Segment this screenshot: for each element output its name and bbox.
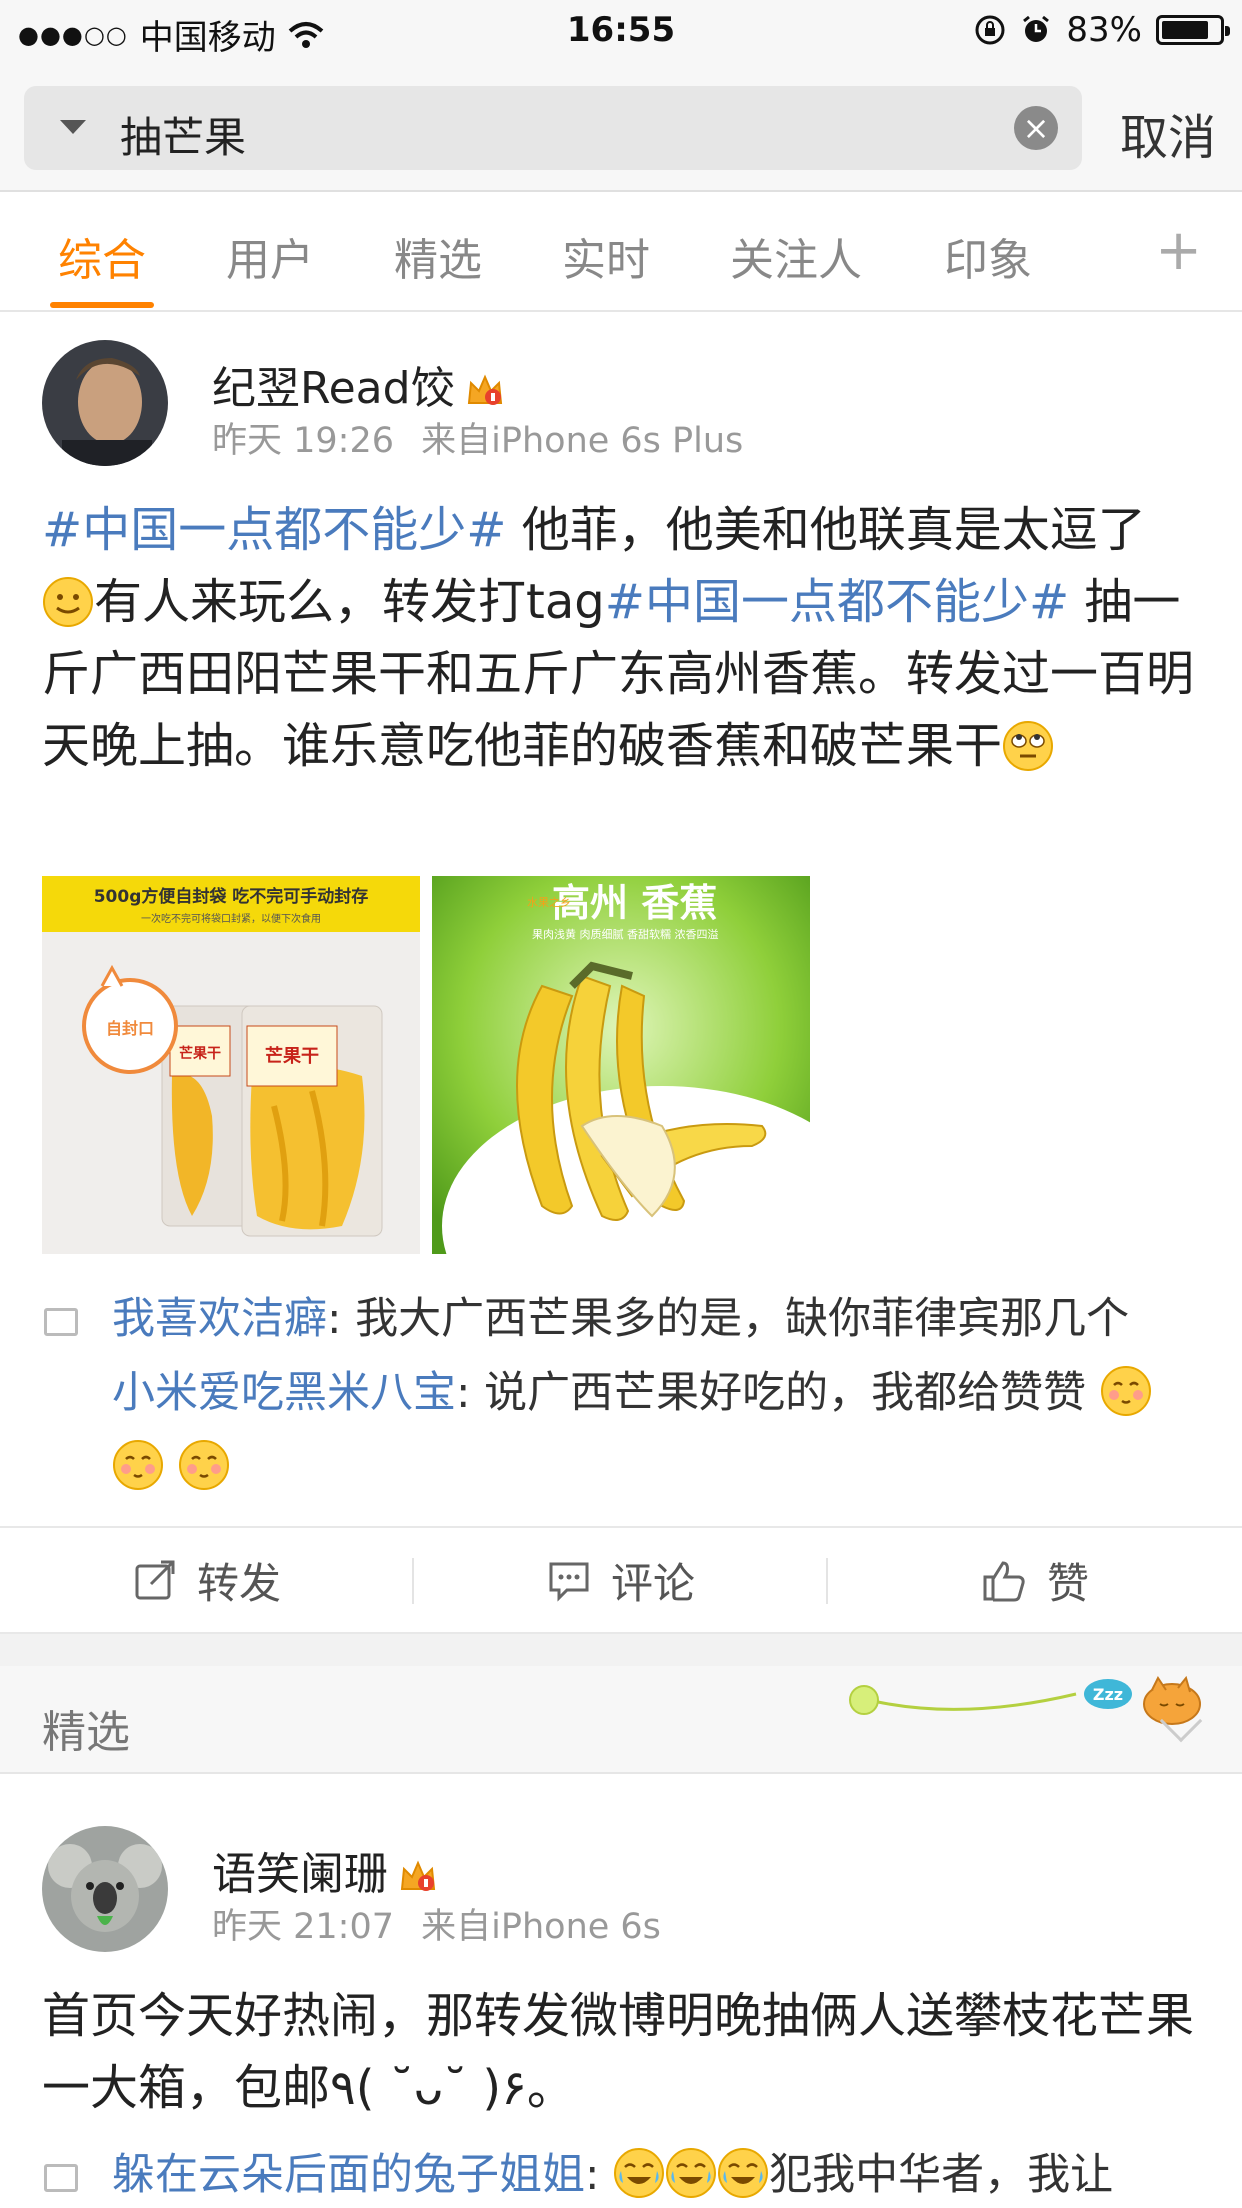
post-text-segment: 有人来玩么，转发打tag: [94, 574, 605, 630]
dropdown-caret-icon[interactable]: [60, 120, 86, 134]
mango-pack-label-1: 芒果干: [179, 1045, 221, 1062]
battery-fill: [1162, 21, 1209, 39]
hashtag-link[interactable]: #中国一点都不能少#: [42, 502, 506, 558]
tab-following[interactable]: 关注人: [730, 224, 862, 288]
mango-banner-text: 500g方便自封袋 吃不完可手动封存: [94, 886, 369, 907]
search-query-text[interactable]: 抽芒果: [120, 104, 246, 165]
post-image-dried-mango[interactable]: 500g方便自封袋 吃不完可手动封存 一次吃不完可将袋口封紧，以便下次食用 芒果…: [42, 876, 420, 1254]
comment-text: : 我大广西芒果多的是，缺你菲律宾那几个: [327, 1294, 1130, 1344]
comment-text: : 说广西芒果好吃的，我都给赞赞: [456, 1368, 1087, 1418]
tears-of-joy-emoji-icon: [666, 2148, 717, 2198]
post-time: 昨天 19:26: [212, 421, 394, 461]
comment-preview-list: 躲在云朵后面的兔子姐姐: 犯我中华者，我让: [112, 2138, 1222, 2208]
banana-title: 高州 香蕉: [552, 881, 717, 925]
cancel-button[interactable]: 取消: [1120, 98, 1216, 168]
like-label[interactable]: 赞: [1047, 1550, 1089, 1611]
comment-item: 小米爱吃黑米八宝: 说广西芒果好吃的，我都给赞赞: [112, 1356, 1212, 1430]
post-username[interactable]: 语笑阑珊: [212, 1838, 438, 1902]
username-text[interactable]: 纪翌Read饺: [212, 363, 455, 414]
hashtag-link[interactable]: #中国一点都不能少#: [605, 574, 1069, 630]
section-label: 精选: [42, 1707, 130, 1758]
comment-item: 我喜欢洁癖: 我大广西芒果多的是，缺你菲律宾那几个: [112, 1282, 1212, 1356]
thumbs-up-icon: [983, 1561, 1025, 1602]
post-time: 昨天 21:07: [212, 1907, 394, 1947]
avatar[interactable]: [42, 1826, 168, 1952]
comment-preview-icon: [44, 1308, 78, 1336]
post-text-segment: 首页今天好热闹，那转发微博明晚抽俩人送攀枝花芒果一大箱，包邮٩( ˘ᴗ˘ )۶。: [42, 1988, 1195, 2116]
comment-button[interactable]: 评论: [414, 1528, 828, 1632]
username-text[interactable]: 语笑阑珊: [212, 1849, 388, 1900]
comment-preview-list: 我喜欢洁癖: 我大广西芒果多的是，缺你菲律宾那几个 小米爱吃黑米八宝: 说广西芒…: [112, 1282, 1212, 1504]
repost-label[interactable]: 转发: [197, 1550, 281, 1611]
search-header: 抽芒果 × 取消: [0, 62, 1242, 192]
add-tab-icon[interactable]: +: [1155, 218, 1202, 283]
mango-pack-label-2: 芒果干: [265, 1045, 319, 1067]
like-button[interactable]: 赞: [828, 1528, 1242, 1632]
post-text-segment: 他菲，他美和他联真是太逗了: [506, 502, 1146, 558]
tab-featured[interactable]: 精选: [394, 224, 482, 288]
vip-crown-icon: [400, 1860, 436, 1891]
comment-text: 犯我中华者，我让: [769, 2150, 1114, 2200]
active-tab-indicator: [50, 302, 154, 308]
commenter-name[interactable]: 我喜欢洁癖: [112, 1294, 327, 1344]
repost-button[interactable]: 转发: [0, 1528, 414, 1632]
comment-preview-icon: [44, 2164, 78, 2192]
commenter-name[interactable]: 躲在云朵后面的兔子姐姐: [112, 2150, 585, 2200]
repost-icon: [135, 1560, 175, 1600]
post-body: #中国一点都不能少# 他菲，他美和他联真是太逗了 有人来玩么，转发打tag#中国…: [42, 494, 1202, 782]
clear-search-icon[interactable]: ×: [1014, 106, 1058, 150]
mango-seal-label: 自封口: [106, 1019, 154, 1038]
featured-section-header: 精选 Zzz: [0, 1666, 1242, 1774]
post-source: 来自iPhone 6s: [421, 1907, 661, 1947]
post-meta: 昨天 21:07 来自iPhone 6s: [212, 1898, 661, 1949]
comment-item: [112, 1430, 1212, 1504]
tears-of-joy-emoji-icon: [718, 2148, 769, 2198]
status-right: 83%: [974, 10, 1230, 50]
post-source: 来自iPhone 6s Plus: [421, 421, 744, 461]
mango-banner-subtext: 一次吃不完可将袋口封紧，以便下次食用: [141, 912, 321, 925]
eye-roll-emoji-icon: [1003, 721, 1054, 771]
tab-impression[interactable]: 印象: [944, 224, 1032, 288]
tab-bar: 综合 用户 精选 实时 关注人 印象 +: [0, 192, 1242, 312]
comment-colon: :: [585, 2150, 614, 2200]
tab-users[interactable]: 用户: [226, 224, 314, 288]
section-gap: [0, 1634, 1242, 1666]
post-image-bananas[interactable]: 高州 香蕉 水果之乡 果肉浅黄 肉质细腻 香甜软糯 浓香四溢: [432, 876, 810, 1254]
commenter-name[interactable]: 小米爱吃黑米八宝: [112, 1368, 456, 1418]
battery-icon: [1156, 15, 1230, 45]
sleeping-cat-decoration-icon: Zzz: [849, 1675, 1201, 1725]
vip-crown-icon: [467, 374, 502, 405]
banana-subtitle: 果肉浅黄 肉质细腻 香甜软糯 浓香四溢: [532, 927, 719, 941]
tab-realtime[interactable]: 实时: [562, 224, 650, 288]
comment-icon: [549, 1562, 589, 1602]
avatar[interactable]: [42, 340, 168, 466]
alarm-icon: [1023, 15, 1050, 42]
post-body: 首页今天好热闹，那转发微博明晚抽俩人送攀枝花芒果一大箱，包邮٩( ˘ᴗ˘ )۶。: [42, 1980, 1202, 2124]
orientation-lock-icon: [975, 15, 1005, 45]
zzz-bubble-text: Zzz: [1093, 1685, 1123, 1704]
search-input[interactable]: 抽芒果 ×: [24, 86, 1082, 170]
post-action-bar: 转发 评论 赞: [0, 1526, 1242, 1634]
blush-emoji-icon: [1100, 1366, 1151, 1416]
post-meta: 昨天 19:26 来自iPhone 6s Plus: [212, 412, 743, 463]
post-username[interactable]: 纪翌Read饺: [212, 352, 505, 416]
tab-comprehensive[interactable]: 综合: [58, 224, 146, 288]
blush-emoji-icon: [113, 1440, 163, 1490]
smile-emoji-icon: [43, 577, 93, 627]
battery-percent: 83%: [1066, 10, 1142, 50]
blush-emoji-icon: [178, 1440, 229, 1490]
comment-label[interactable]: 评论: [611, 1550, 695, 1611]
banana-side-label: 水果之乡: [527, 895, 571, 909]
tears-of-joy-emoji-icon: [614, 2148, 665, 2198]
status-bar: ●●●○○ 中国移动 16:55 83%: [0, 0, 1242, 62]
